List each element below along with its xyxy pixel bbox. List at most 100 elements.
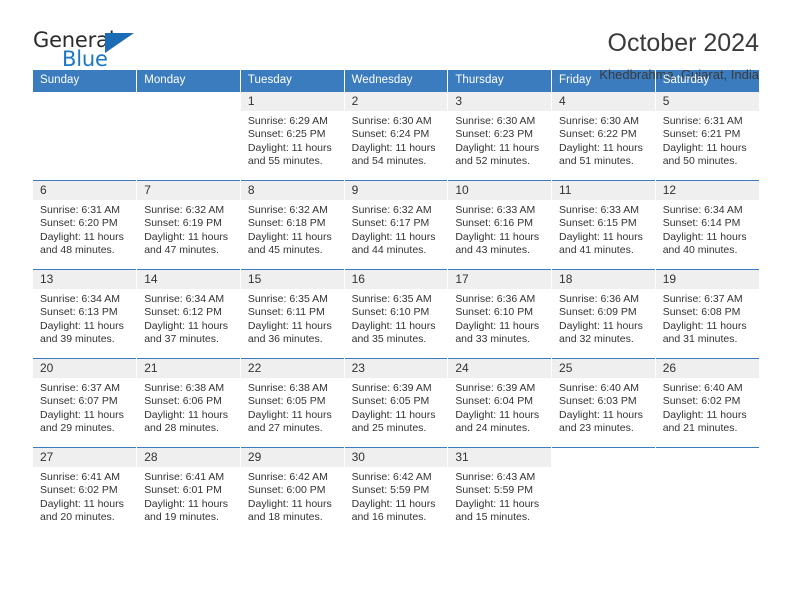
- sunset-text: Sunset: 6:02 PM: [40, 484, 118, 497]
- sunrise-text: Sunrise: 6:31 AM: [662, 115, 743, 127]
- sunset-text: Sunset: 6:06 PM: [144, 395, 222, 408]
- calendar-day-cell[interactable]: 12 Sunrise: 6:34 AM Sunset: 6:14 PM Dayligh…: [655, 180, 759, 270]
- calendar-cell-inner: 10 Sunrise: 6:33 AM Sunset: 6:16 PM Dayligh…: [448, 181, 552, 269]
- calendar-day-cell[interactable]: 15 Sunrise: 6:35 AM Sunset: 6:11 PM Dayligh…: [240, 269, 345, 359]
- sun-info: Sunrise: 6:41 AM Sunset: 6:02 PM Daylight:…: [33, 467, 136, 524]
- calendar-day-cell[interactable]: 1 Sunrise: 6:29 AM Sunset: 6:25 PM Daylight…: [240, 91, 345, 181]
- daylight-text: Daylight: 11 hours and 37 minutes.: [144, 319, 229, 345]
- sun-info: Sunrise: 6:39 AM Sunset: 6:05 PM Daylight:…: [345, 378, 448, 435]
- day-number: 5: [655, 92, 759, 111]
- calendar-day-cell[interactable]: 3 Sunrise: 6:30 AM Sunset: 6:23 PM Daylight…: [447, 91, 553, 181]
- calendar-day-cell[interactable]: 18 Sunrise: 6:36 AM Sunset: 6:09 PM Dayligh…: [551, 269, 656, 359]
- calendar-cell-inner: [656, 448, 759, 537]
- day-number: 8: [240, 181, 344, 200]
- day-number: 14: [137, 270, 240, 289]
- sunset-text: Sunset: 6:04 PM: [455, 395, 533, 408]
- calendar-day-cell[interactable]: 31 Sunrise: 6:43 AM Sunset: 5:59 PM Dayligh…: [447, 447, 553, 537]
- calendar-day-cell[interactable]: 6 Sunrise: 6:31 AM Sunset: 6:20 PM Daylight…: [33, 180, 138, 270]
- sunset-text: Sunset: 6:17 PM: [351, 217, 430, 230]
- calendar-day-cell[interactable]: 29 Sunrise: 6:42 AM Sunset: 6:00 PM Dayligh…: [240, 447, 345, 537]
- sun-info: Sunrise: 6:43 AM Sunset: 5:59 PM Daylight:…: [448, 467, 551, 524]
- sun-info: Sunrise: 6:37 AM Sunset: 6:07 PM Daylight:…: [33, 378, 136, 435]
- calendar-day-cell[interactable]: 11 Sunrise: 6:33 AM Sunset: 6:15 PM Dayligh…: [551, 180, 656, 270]
- day-number: 24: [448, 359, 552, 378]
- sun-info: Sunrise: 6:32 AM Sunset: 6:19 PM Daylight:…: [137, 200, 240, 257]
- daylight-text: Daylight: 11 hours and 40 minutes.: [662, 230, 747, 256]
- sun-info: Sunrise: 6:32 AM Sunset: 6:17 PM Daylight:…: [345, 200, 448, 257]
- calendar-day-cell[interactable]: 9 Sunrise: 6:32 AM Sunset: 6:17 PM Daylight…: [344, 180, 449, 270]
- sunset-text: Sunset: 6:10 PM: [455, 306, 533, 319]
- day-number: [656, 448, 759, 467]
- sunset-text: Sunset: 6:12 PM: [144, 306, 222, 319]
- calendar-day-cell[interactable]: 19 Sunrise: 6:37 AM Sunset: 6:08 PM Dayligh…: [655, 269, 759, 359]
- sunset-text: Sunset: 5:59 PM: [351, 484, 430, 497]
- sunrise-text: Sunrise: 6:37 AM: [40, 382, 120, 394]
- generalblue-logo[interactable]: General Blue: [33, 28, 153, 72]
- sun-info: Sunrise: 6:37 AM Sunset: 6:08 PM Daylight:…: [656, 289, 759, 346]
- calendar-week-row: 1 Sunrise: 6:29 AM Sunset: 6:25 PM Daylight…: [33, 91, 759, 181]
- calendar-day-cell[interactable]: 5 Sunrise: 6:31 AM Sunset: 6:21 PM Daylight…: [655, 91, 759, 181]
- calendar-day-cell[interactable]: 13 Sunrise: 6:34 AM Sunset: 6:13 PM Dayligh…: [33, 269, 138, 359]
- calendar-day-cell[interactable]: 20 Sunrise: 6:37 AM Sunset: 6:07 PM Dayligh…: [33, 358, 138, 448]
- calendar-cell-inner: [552, 448, 655, 537]
- calendar-cell-inner: 26 Sunrise: 6:40 AM Sunset: 6:02 PM Dayligh…: [655, 359, 759, 447]
- sunset-text: Sunset: 6:14 PM: [662, 217, 741, 230]
- calendar-day-cell[interactable]: 7 Sunrise: 6:32 AM Sunset: 6:19 PM Daylight…: [136, 180, 241, 270]
- sunrise-text: Sunrise: 6:30 AM: [351, 115, 432, 127]
- calendar-day-cell[interactable]: 21 Sunrise: 6:38 AM Sunset: 6:06 PM Dayligh…: [136, 358, 241, 448]
- calendar-day-cell[interactable]: 24 Sunrise: 6:39 AM Sunset: 6:04 PM Dayligh…: [447, 358, 553, 448]
- day-number: 30: [344, 448, 448, 467]
- daylight-text: Daylight: 11 hours and 51 minutes.: [559, 141, 643, 167]
- sun-info: Sunrise: 6:42 AM Sunset: 5:59 PM Daylight:…: [345, 467, 448, 524]
- day-number: 1: [240, 92, 344, 111]
- sunrise-text: Sunrise: 6:38 AM: [144, 382, 225, 394]
- calendar-cell-inner: 24 Sunrise: 6:39 AM Sunset: 6:04 PM Dayligh…: [448, 359, 552, 447]
- calendar-cell-empty: [551, 447, 656, 537]
- daylight-text: Daylight: 11 hours and 15 minutes.: [455, 497, 540, 523]
- sun-info: Sunrise: 6:32 AM Sunset: 6:18 PM Daylight:…: [241, 200, 344, 257]
- sun-info: Sunrise: 6:34 AM Sunset: 6:12 PM Daylight:…: [137, 289, 240, 346]
- calendar-day-cell[interactable]: 23 Sunrise: 6:39 AM Sunset: 6:05 PM Dayligh…: [344, 358, 449, 448]
- sun-info: Sunrise: 6:31 AM Sunset: 6:20 PM Daylight:…: [33, 200, 136, 257]
- calendar-cell-inner: 17 Sunrise: 6:36 AM Sunset: 6:10 PM Dayligh…: [448, 270, 552, 358]
- day-number: 26: [655, 359, 759, 378]
- calendar-cell-inner: 16 Sunrise: 6:35 AM Sunset: 6:10 PM Dayligh…: [344, 270, 448, 358]
- calendar-day-cell[interactable]: 28 Sunrise: 6:41 AM Sunset: 6:01 PM Dayligh…: [136, 447, 241, 537]
- daylight-text: Daylight: 11 hours and 54 minutes.: [351, 141, 436, 167]
- calendar-day-cell[interactable]: 17 Sunrise: 6:36 AM Sunset: 6:10 PM Dayligh…: [447, 269, 553, 359]
- calendar-cell-empty: [136, 91, 241, 181]
- daylight-text: Daylight: 11 hours and 16 minutes.: [351, 497, 436, 523]
- sunset-text: Sunset: 6:18 PM: [247, 217, 326, 230]
- sunset-text: Sunset: 6:01 PM: [144, 484, 222, 497]
- sun-info: Sunrise: 6:30 AM Sunset: 6:22 PM Daylight:…: [552, 111, 655, 168]
- calendar-day-cell[interactable]: 27 Sunrise: 6:41 AM Sunset: 6:02 PM Dayligh…: [33, 447, 138, 537]
- daylight-text: Daylight: 11 hours and 52 minutes.: [455, 141, 540, 167]
- calendar-day-cell[interactable]: 2 Sunrise: 6:30 AM Sunset: 6:24 PM Daylight…: [344, 91, 449, 181]
- sun-info: Sunrise: 6:33 AM Sunset: 6:15 PM Daylight:…: [552, 200, 655, 257]
- calendar-day-cell[interactable]: 22 Sunrise: 6:38 AM Sunset: 6:05 PM Dayligh…: [240, 358, 345, 448]
- calendar-day-cell[interactable]: 25 Sunrise: 6:40 AM Sunset: 6:03 PM Dayligh…: [551, 358, 656, 448]
- calendar-day-cell[interactable]: 26 Sunrise: 6:40 AM Sunset: 6:02 PM Dayligh…: [655, 358, 759, 448]
- sunset-text: Sunset: 6:00 PM: [247, 484, 326, 497]
- calendar-day-cell[interactable]: 10 Sunrise: 6:33 AM Sunset: 6:16 PM Dayligh…: [447, 180, 553, 270]
- sun-info: Sunrise: 6:30 AM Sunset: 6:24 PM Daylight:…: [345, 111, 448, 168]
- calendar-day-cell[interactable]: 14 Sunrise: 6:34 AM Sunset: 6:12 PM Dayligh…: [136, 269, 241, 359]
- calendar-cell-inner: 11 Sunrise: 6:33 AM Sunset: 6:15 PM Dayligh…: [552, 181, 655, 269]
- daylight-text: Daylight: 11 hours and 23 minutes.: [559, 408, 643, 434]
- calendar-day-cell[interactable]: 30 Sunrise: 6:42 AM Sunset: 5:59 PM Dayligh…: [344, 447, 449, 537]
- sunrise-text: Sunrise: 6:42 AM: [247, 471, 328, 483]
- calendar-day-cell[interactable]: 16 Sunrise: 6:35 AM Sunset: 6:10 PM Dayligh…: [344, 269, 449, 359]
- sunrise-text: Sunrise: 6:36 AM: [455, 293, 536, 305]
- calendar-cell-inner: 14 Sunrise: 6:34 AM Sunset: 6:12 PM Dayligh…: [137, 270, 240, 358]
- sunset-text: Sunset: 6:13 PM: [40, 306, 118, 319]
- calendar-day-cell[interactable]: 4 Sunrise: 6:30 AM Sunset: 6:22 PM Daylight…: [551, 91, 656, 181]
- sunrise-text: Sunrise: 6:29 AM: [247, 115, 328, 127]
- calendar-cell-inner: 8 Sunrise: 6:32 AM Sunset: 6:18 PM Daylight…: [240, 181, 344, 269]
- sunset-text: Sunset: 6:08 PM: [662, 306, 741, 319]
- calendar-cell-inner: 23 Sunrise: 6:39 AM Sunset: 6:05 PM Dayligh…: [344, 359, 448, 447]
- sunrise-text: Sunrise: 6:34 AM: [662, 204, 743, 216]
- calendar-week-row: 27 Sunrise: 6:41 AM Sunset: 6:02 PM Dayligh…: [33, 447, 759, 537]
- calendar-day-cell[interactable]: 8 Sunrise: 6:32 AM Sunset: 6:18 PM Daylight…: [240, 180, 345, 270]
- daylight-text: Daylight: 11 hours and 39 minutes.: [40, 319, 124, 345]
- day-number: 17: [448, 270, 552, 289]
